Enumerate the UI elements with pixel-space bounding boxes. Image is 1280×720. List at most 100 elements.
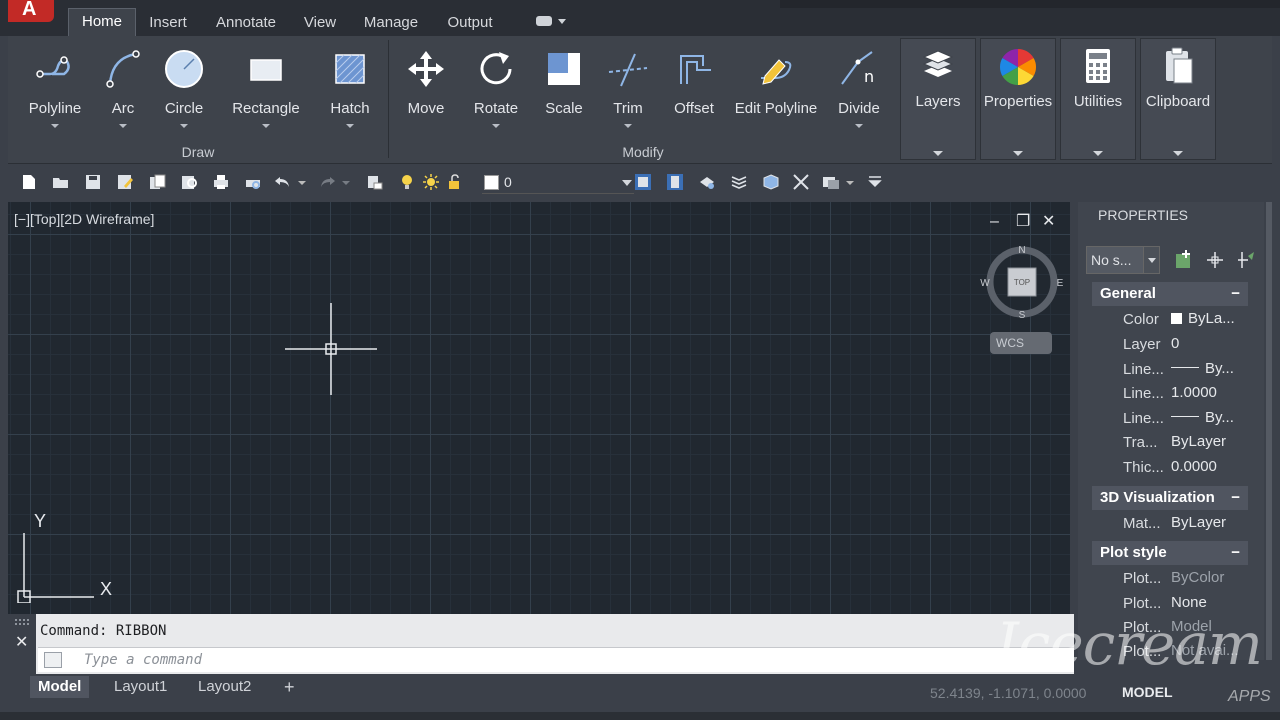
- property-value[interactable]: Not avai...: [1171, 642, 1248, 659]
- unlock-icon[interactable]: [446, 173, 464, 191]
- compass-east[interactable]: E: [1057, 278, 1064, 289]
- chevron-down-icon[interactable]: [1173, 151, 1183, 156]
- properties-scrollbar[interactable]: [1266, 202, 1272, 660]
- viewport-controls-label[interactable]: [−][Top][2D Wireframe]: [14, 211, 154, 227]
- property-row-linetype-scale[interactable]: Line... 1.0000: [1092, 381, 1248, 405]
- object-selection-dropdown[interactable]: No s...: [1086, 246, 1160, 274]
- property-row-thickness[interactable]: Thic... 0.0000: [1092, 455, 1248, 479]
- command-input[interactable]: Type a command: [38, 647, 1074, 672]
- property-row-plot-style-table[interactable]: Plot... None: [1092, 591, 1248, 615]
- property-row-linetype[interactable]: Line... By...: [1092, 357, 1248, 381]
- hatch-button[interactable]: Hatch: [320, 44, 380, 134]
- property-value[interactable]: ByColor: [1171, 569, 1249, 586]
- new-file-icon[interactable]: [20, 173, 38, 191]
- move-button[interactable]: Move: [398, 44, 454, 134]
- 3d-visualization-section-header[interactable]: 3D Visualization −: [1092, 486, 1248, 510]
- select-objects-icon[interactable]: [1205, 250, 1225, 270]
- property-value[interactable]: None: [1171, 594, 1249, 611]
- divide-button[interactable]: n Divide: [830, 44, 888, 134]
- toggle-pickadd-icon[interactable]: [1174, 250, 1194, 270]
- compass-west[interactable]: W: [980, 278, 990, 289]
- property-value[interactable]: ByLa...: [1171, 310, 1249, 327]
- chevron-down-icon[interactable]: [262, 124, 270, 128]
- tab-view[interactable]: View: [298, 10, 342, 36]
- plot-preview-icon[interactable]: [244, 173, 262, 191]
- utilities-panel-button[interactable]: Utilities: [1060, 38, 1136, 160]
- layout-tab-layout2[interactable]: Layout2: [190, 676, 259, 698]
- chevron-down-icon[interactable]: [855, 124, 863, 128]
- layer-state-icon[interactable]: [730, 173, 748, 191]
- property-row-plot-table-type[interactable]: Plot... Not avai...: [1092, 639, 1248, 660]
- property-row-color[interactable]: Color ByLa...: [1092, 307, 1248, 331]
- property-value[interactable]: Model: [1171, 618, 1249, 635]
- trim-button[interactable]: Trim: [602, 44, 654, 134]
- offset-button[interactable]: Offset: [666, 44, 722, 134]
- viewcube[interactable]: TOP N S E W: [980, 240, 1064, 324]
- property-value[interactable]: By...: [1171, 360, 1249, 377]
- tab-insert[interactable]: Insert: [142, 10, 194, 36]
- layer-dropdown[interactable]: 0: [482, 172, 634, 194]
- layout-tab-model[interactable]: Model: [30, 676, 90, 698]
- ribbon-options-dropdown[interactable]: [536, 16, 566, 28]
- close-icon[interactable]: ✕: [15, 632, 28, 652]
- layers-panel-button[interactable]: Layers: [900, 38, 976, 160]
- save-icon[interactable]: [84, 173, 102, 191]
- open-sheet-icon[interactable]: [148, 173, 166, 191]
- print-icon[interactable]: [212, 173, 230, 191]
- collapse-icon[interactable]: −: [1231, 541, 1240, 565]
- match-layer-icon[interactable]: [666, 173, 684, 191]
- chevron-down-icon[interactable]: [492, 124, 500, 128]
- sun-freeze-icon[interactable]: [422, 173, 440, 191]
- workspace-dropdown-icon[interactable]: [846, 173, 854, 191]
- modify-panel-label[interactable]: Modify: [388, 142, 898, 162]
- drawing-canvas[interactable]: [−][Top][2D Wireframe] – ❐ ✕ TOP N S E W…: [8, 202, 1070, 614]
- chevron-down-icon[interactable]: [1093, 151, 1103, 156]
- chevron-down-icon[interactable]: [119, 124, 127, 128]
- property-row-plot-style[interactable]: Plot... ByColor: [1092, 566, 1248, 590]
- property-row-plot-table-attached[interactable]: Plot... Model: [1092, 615, 1248, 639]
- property-row-lineweight[interactable]: Line... By...: [1092, 406, 1248, 430]
- general-section-header[interactable]: General −: [1092, 282, 1248, 306]
- collapse-icon[interactable]: −: [1231, 486, 1240, 510]
- layer-previous-icon[interactable]: [698, 173, 716, 191]
- property-value[interactable]: ByLayer: [1171, 433, 1249, 450]
- save-as-icon[interactable]: [116, 173, 134, 191]
- rotate-button[interactable]: Rotate: [466, 44, 526, 134]
- property-value[interactable]: 1.0000: [1171, 384, 1249, 401]
- publish-icon[interactable]: [180, 173, 198, 191]
- edit-polyline-button[interactable]: Edit Polyline: [730, 44, 822, 134]
- redo-icon[interactable]: [318, 173, 336, 191]
- property-value[interactable]: ByLayer: [1171, 514, 1249, 531]
- chevron-down-icon[interactable]: [933, 151, 943, 156]
- property-value[interactable]: 0.0000: [1171, 458, 1249, 475]
- quick-select-icon[interactable]: [1236, 250, 1256, 270]
- tab-output[interactable]: Output: [440, 10, 500, 36]
- property-row-material[interactable]: Mat... ByLayer: [1092, 511, 1248, 535]
- clipboard-panel-button[interactable]: Clipboard: [1140, 38, 1216, 160]
- property-row-transparency[interactable]: Tra... ByLayer: [1092, 430, 1248, 454]
- viewcube-top-face[interactable]: TOP: [1014, 278, 1030, 287]
- add-layout-button[interactable]: +: [276, 676, 303, 698]
- viewport-minimize-button[interactable]: –: [990, 212, 999, 232]
- wcs-menu[interactable]: WCS: [990, 332, 1052, 354]
- customize-toolbar-icon[interactable]: [866, 173, 884, 191]
- open-folder-icon[interactable]: [52, 173, 70, 191]
- command-line-handle[interactable]: ✕: [8, 614, 36, 674]
- coordinates-readout[interactable]: 52.4139, -1.1071, 0.0000: [930, 685, 1086, 701]
- undo-dropdown-icon[interactable]: [298, 173, 306, 191]
- 3d-box-icon[interactable]: [762, 173, 780, 191]
- command-prompt-icon[interactable]: [44, 652, 62, 668]
- chevron-down-icon[interactable]: [180, 124, 188, 128]
- draw-panel-label[interactable]: Draw: [8, 142, 388, 162]
- model-space-button[interactable]: MODEL: [1122, 684, 1173, 700]
- layer-properties-icon[interactable]: [366, 173, 384, 191]
- isolate-icon[interactable]: [792, 173, 810, 191]
- collapse-icon[interactable]: −: [1231, 282, 1240, 306]
- polyline-button[interactable]: Polyline: [20, 44, 90, 134]
- tab-annotate[interactable]: Annotate: [208, 10, 284, 36]
- make-current-layer-icon[interactable]: [634, 173, 652, 191]
- redo-dropdown-icon[interactable]: [342, 173, 350, 191]
- chevron-down-icon[interactable]: [346, 124, 354, 128]
- viewport-restore-button[interactable]: ❐: [1016, 212, 1030, 232]
- viewport-close-button[interactable]: ✕: [1042, 212, 1055, 232]
